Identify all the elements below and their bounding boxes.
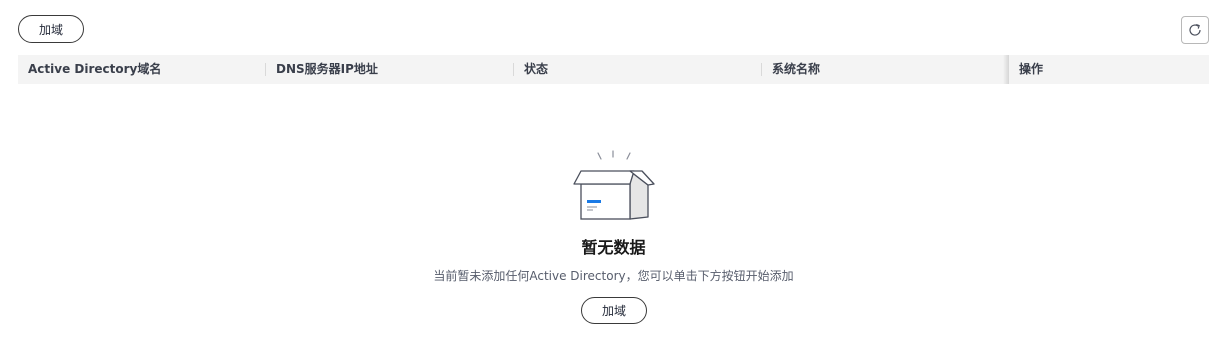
column-divider[interactable]	[761, 63, 762, 76]
fixed-column-shadow	[1003, 55, 1009, 84]
table-header: Active Directory域名 DNS服务器IP地址 状态 系统名称 操作	[18, 55, 1209, 84]
column-divider[interactable]	[265, 63, 266, 76]
refresh-icon	[1189, 24, 1201, 36]
column-header-status[interactable]: 状态	[524, 55, 548, 84]
column-divider[interactable]	[513, 63, 514, 76]
empty-state-description: 当前暂未添加任何Active Directory，您可以单击下方按钮开始添加	[433, 269, 794, 283]
empty-box-icon	[573, 150, 655, 220]
empty-add-domain-button[interactable]: 加域	[581, 297, 647, 324]
add-domain-button[interactable]: 加域	[18, 15, 84, 43]
column-header-system-name[interactable]: 系统名称	[772, 55, 820, 84]
column-header-domain[interactable]: Active Directory域名	[28, 55, 161, 84]
column-header-actions: 操作	[1019, 62, 1044, 76]
column-header-dns-ip[interactable]: DNS服务器IP地址	[276, 55, 378, 84]
refresh-button[interactable]	[1181, 16, 1209, 44]
empty-state-title: 暂无数据	[581, 238, 646, 257]
